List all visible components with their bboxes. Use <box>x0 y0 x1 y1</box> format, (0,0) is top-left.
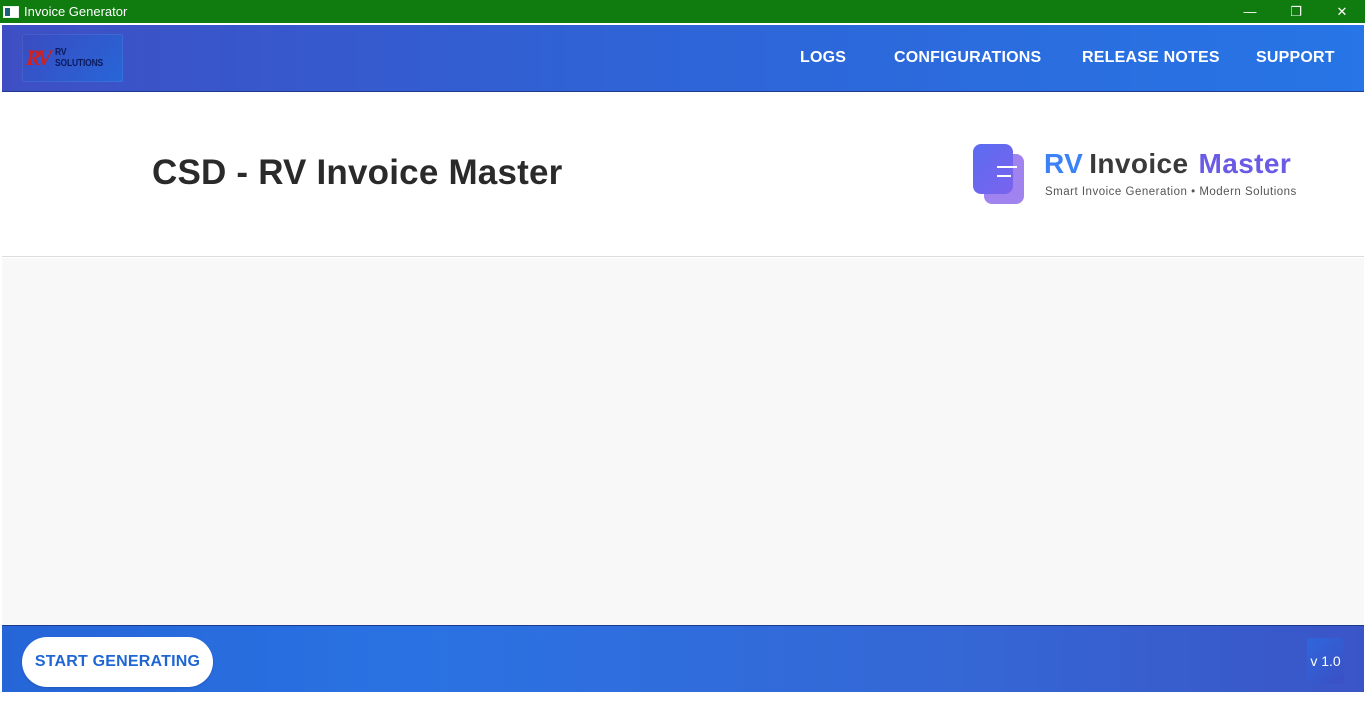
document-lines-icon <box>997 166 1017 184</box>
window-controls: — ❐ ✕ <box>1227 0 1365 23</box>
nav-support[interactable]: SUPPORT <box>1256 49 1335 67</box>
window-title: Invoice Generator <box>24 4 128 19</box>
wordmark-invoice: Invoice <box>1089 148 1189 179</box>
brand-logo-mark: RV <box>26 45 52 70</box>
close-button[interactable]: ✕ <box>1319 0 1365 23</box>
product-wordmark: RV Invoice Master <box>1044 148 1291 180</box>
main-content-area <box>2 258 1364 625</box>
restore-button[interactable]: ❐ <box>1273 0 1319 23</box>
nav-release-notes[interactable]: RELEASE NOTES <box>1082 49 1220 67</box>
brand-logo-text: RV SOLUTIONS <box>54 47 104 69</box>
product-tagline: Smart Invoice Generation • Modern Soluti… <box>1045 186 1297 198</box>
nav-configurations[interactable]: CONFIGURATIONS <box>894 49 1041 67</box>
wordmark-master: Master <box>1198 148 1292 179</box>
hero-section: CSD - RV Invoice Master RV Invoice Master … <box>2 93 1364 257</box>
version-badge: v 1.0 <box>1307 638 1344 684</box>
nav-logs[interactable]: LOGS <box>800 49 846 67</box>
bottom-footer: START GENERATING v 1.0 <box>2 625 1364 692</box>
app-icon <box>3 5 19 18</box>
top-navbar: RV RV SOLUTIONS LOGS CONFIGURATIONS RELE… <box>2 25 1364 92</box>
wordmark-rv: RV <box>1044 148 1084 179</box>
minimize-button[interactable]: — <box>1227 0 1273 23</box>
app-window: Invoice Generator — ❐ ✕ RV RV SOLUTIONS … <box>0 0 1365 716</box>
product-logo: RV Invoice Master Smart Invoice Generation… <box>973 144 1333 208</box>
page-title: CSD - RV Invoice Master <box>152 153 563 192</box>
brand-logo[interactable]: RV RV SOLUTIONS <box>22 34 123 82</box>
document-stack-icon <box>973 144 1017 194</box>
window-titlebar[interactable]: Invoice Generator — ❐ ✕ <box>0 0 1365 23</box>
start-generating-button[interactable]: START GENERATING <box>22 637 213 687</box>
